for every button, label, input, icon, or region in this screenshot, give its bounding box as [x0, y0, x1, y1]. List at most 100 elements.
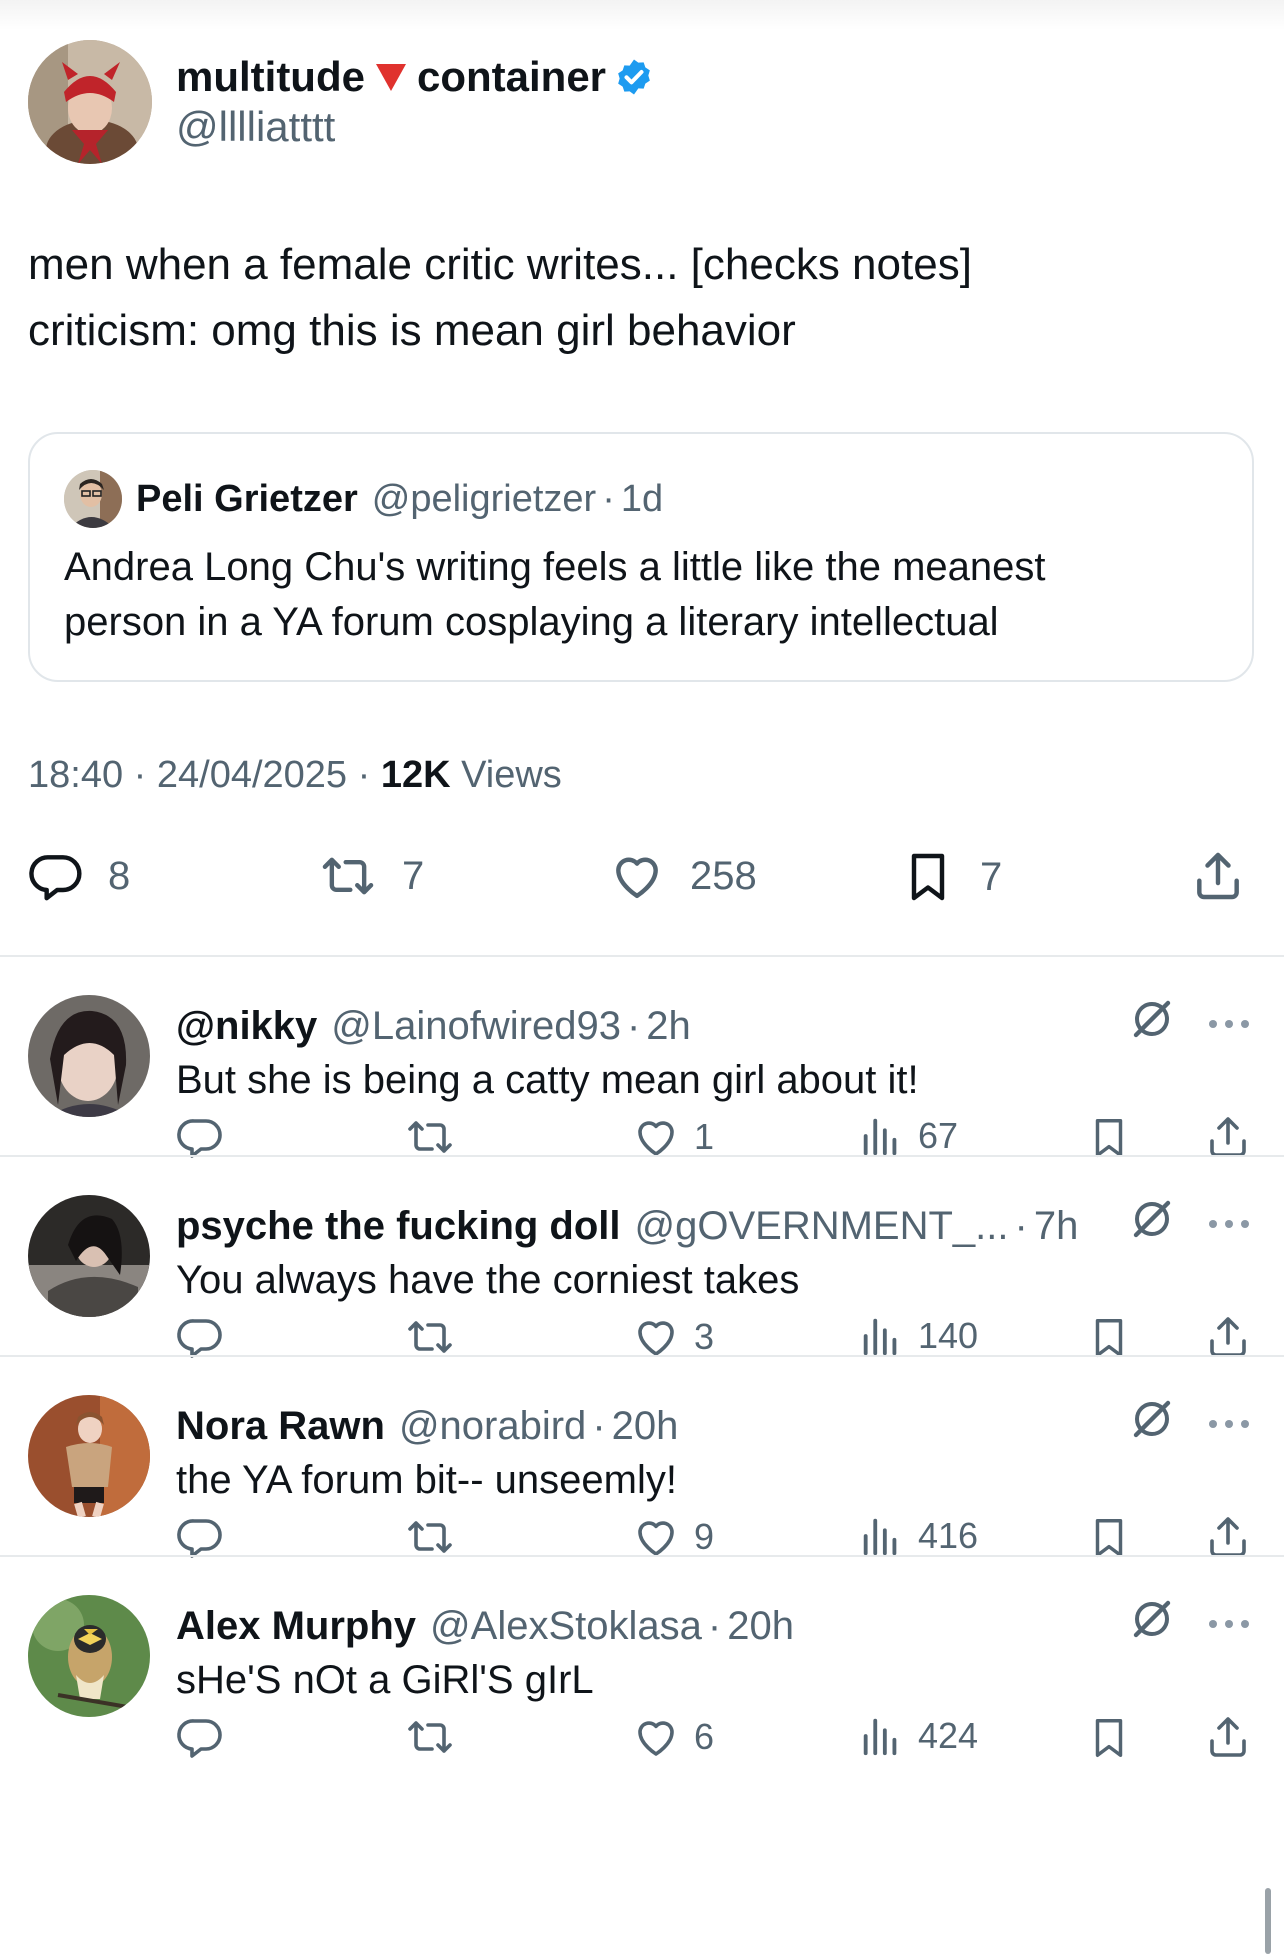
- like-count: 3: [694, 1316, 715, 1357]
- reply-divider: [0, 955, 1284, 957]
- handle[interactable]: @lllliatttt: [176, 102, 335, 152]
- reply-display-name[interactable]: Alex Murphy: [176, 1601, 416, 1651]
- bookmark-button[interactable]: [1086, 1713, 1132, 1763]
- reply-divider: [0, 1555, 1284, 1557]
- reply-header: psyche the fucking doll @gOVERNMENT_... …: [176, 1201, 1078, 1251]
- scrollbar[interactable]: [1265, 1888, 1271, 1954]
- grok-icon[interactable]: [1128, 995, 1176, 1043]
- repost-button[interactable]: [404, 1513, 456, 1561]
- avatar[interactable]: [28, 995, 150, 1117]
- reply-timestamp: 2h: [646, 1004, 691, 1048]
- avatar[interactable]: [28, 1595, 150, 1717]
- reply-button[interactable]: [176, 1313, 224, 1361]
- reply-icon: [28, 848, 84, 904]
- bookmark-button[interactable]: 7: [900, 848, 1002, 906]
- heart-icon: [632, 1313, 680, 1361]
- reply-button[interactable]: [176, 1713, 224, 1761]
- avatar[interactable]: [28, 1195, 150, 1317]
- reply-item[interactable]: Alex Murphy @AlexStoklasa · 20h sHe'S nO…: [0, 1595, 1284, 1844]
- reply-timestamp: 7h: [1033, 1204, 1079, 1248]
- red-triangle-emoji: [373, 60, 409, 94]
- more-icon[interactable]: [1206, 1617, 1252, 1631]
- more-icon[interactable]: [1206, 1017, 1252, 1031]
- avatar[interactable]: [28, 40, 152, 164]
- reply-button[interactable]: [176, 1513, 224, 1561]
- quoted-text-line: person in a YA forum cosplaying a litera…: [64, 600, 999, 644]
- reply-display-name[interactable]: Nora Rawn: [176, 1401, 385, 1451]
- avatar: [64, 470, 122, 528]
- grok-icon[interactable]: [1128, 1195, 1176, 1243]
- quoted-tweet-text: Andrea Long Chu's writing feels a little…: [64, 540, 1224, 650]
- views-button[interactable]: 67: [858, 1113, 958, 1159]
- repost-button[interactable]: 7: [318, 848, 424, 904]
- reply-header: @nikky @Lainofwired93 · 2h: [176, 1001, 691, 1051]
- views-count: 12K: [380, 754, 451, 796]
- quoted-tweet-header: Peli Grietzer @peligrietzer · 1d: [64, 470, 663, 528]
- like-count: 9: [694, 1516, 715, 1557]
- separator-dot: ·: [707, 1604, 722, 1648]
- separator-dot: ·: [357, 754, 371, 796]
- views-button[interactable]: 416: [858, 1513, 978, 1559]
- repost-icon: [404, 1713, 456, 1761]
- views-count: 140: [918, 1315, 979, 1356]
- bookmark-count: 7: [980, 854, 1003, 899]
- reply-icon: [176, 1713, 224, 1761]
- grok-icon[interactable]: [1128, 1595, 1176, 1643]
- like-button[interactable]: 9: [632, 1513, 714, 1561]
- views-count: 424: [918, 1715, 979, 1756]
- views-button[interactable]: 140: [858, 1313, 978, 1359]
- quoted-tweet[interactable]: Peli Grietzer @peligrietzer · 1d Andrea …: [28, 432, 1254, 682]
- more-icon[interactable]: [1206, 1417, 1252, 1431]
- separator-dot: ·: [592, 1404, 606, 1448]
- more-icon[interactable]: [1206, 1217, 1252, 1231]
- views-label: Views: [461, 754, 562, 796]
- like-button[interactable]: 1: [632, 1113, 714, 1161]
- views-button[interactable]: 424: [858, 1713, 978, 1759]
- reply-button[interactable]: 8: [28, 848, 130, 904]
- repost-button[interactable]: [404, 1713, 456, 1761]
- reply-divider: [0, 1355, 1284, 1357]
- like-count: 1: [694, 1116, 715, 1157]
- separator-dot: ·: [626, 1004, 641, 1048]
- like-button[interactable]: 3: [632, 1313, 714, 1361]
- reply-handle: @Lainofwired93: [331, 1004, 621, 1048]
- repost-count: 7: [402, 853, 425, 898]
- reply-icon: [176, 1313, 224, 1361]
- reply-display-name[interactable]: psyche the fucking doll: [176, 1201, 621, 1251]
- reply-icon: [176, 1113, 224, 1161]
- share-icon: [1204, 1713, 1252, 1761]
- separator-dot: ·: [1014, 1204, 1028, 1248]
- grok-icon[interactable]: [1128, 1395, 1176, 1443]
- tweet-meta: 18:40 · 24/04/2025 · 12K Views: [28, 752, 562, 798]
- display-name-second: container: [416, 53, 607, 100]
- like-button[interactable]: 258: [608, 848, 757, 904]
- views-icon: [858, 1313, 904, 1359]
- quoted-handle: @peligrietzer: [371, 478, 597, 520]
- share-button[interactable]: [1204, 1313, 1252, 1361]
- views-count: 67: [918, 1115, 959, 1156]
- like-button[interactable]: 6: [632, 1713, 714, 1761]
- share-button[interactable]: [1204, 1113, 1252, 1161]
- display-name[interactable]: multitude container: [176, 52, 654, 102]
- views-icon: [858, 1513, 904, 1559]
- share-button[interactable]: [1190, 848, 1246, 904]
- tweet-time: 18:40: [28, 754, 124, 796]
- separator-dot: ·: [133, 754, 147, 796]
- quoted-display-name: Peli Grietzer: [136, 478, 358, 520]
- share-icon: [1204, 1113, 1252, 1161]
- quoted-timestamp: 1d: [620, 478, 664, 520]
- share-button[interactable]: [1204, 1713, 1252, 1761]
- share-icon: [1190, 848, 1246, 904]
- reply-timestamp: 20h: [727, 1604, 794, 1648]
- reply-display-name[interactable]: @nikky: [176, 1001, 317, 1051]
- separator-dot: ·: [602, 478, 615, 520]
- reply-icon: [176, 1513, 224, 1561]
- repost-button[interactable]: [404, 1113, 456, 1161]
- repost-icon: [318, 848, 378, 904]
- reply-button[interactable]: [176, 1113, 224, 1161]
- reply-handle: @gOVERNMENT_...: [634, 1204, 1009, 1248]
- avatar[interactable]: [28, 1395, 150, 1517]
- repost-icon: [404, 1313, 456, 1361]
- share-button[interactable]: [1204, 1513, 1252, 1561]
- repost-button[interactable]: [404, 1313, 456, 1361]
